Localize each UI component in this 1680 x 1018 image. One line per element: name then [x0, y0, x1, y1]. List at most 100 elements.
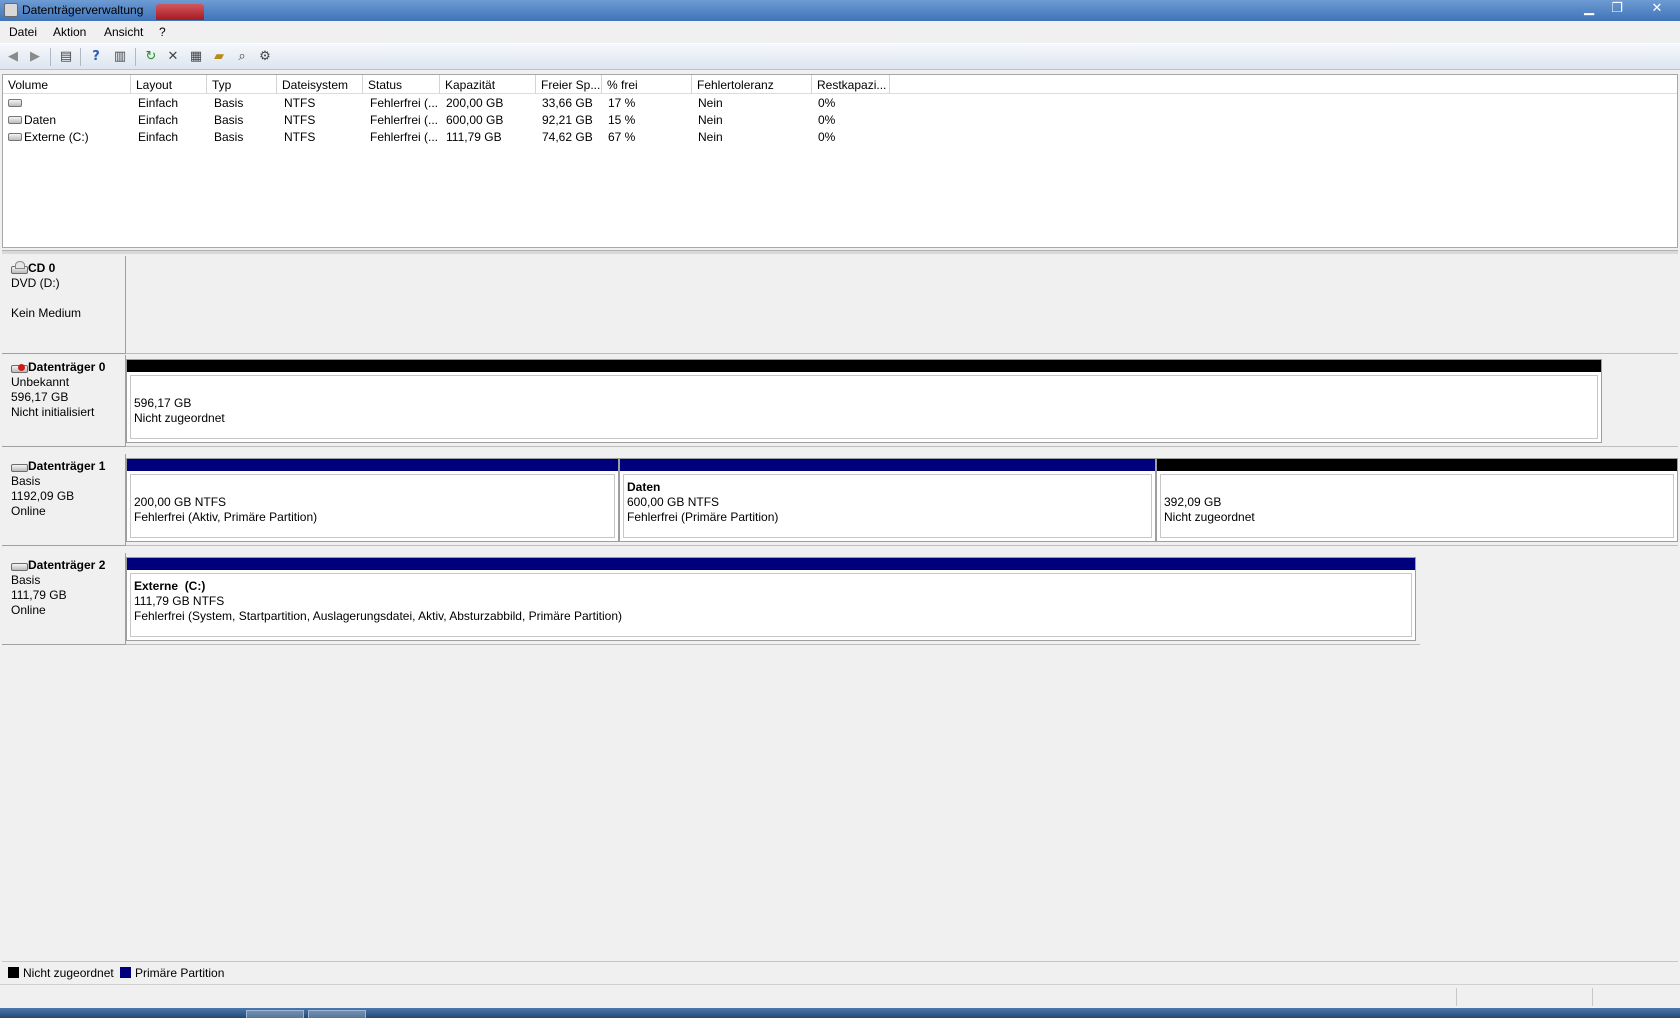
- volume-row[interactable]: Einfach Basis NTFS Fehlerfrei (... 200,0…: [3, 95, 1677, 112]
- disk-label-datentraeger-2[interactable]: Datenträger 2 Basis 111,79 GB Online: [2, 553, 126, 645]
- close-button[interactable]: ✕: [1638, 1, 1676, 19]
- volume-list: Volume Layout Typ Dateisystem Status Kap…: [2, 74, 1678, 248]
- disk-row-datentraeger-2[interactable]: Datenträger 2 Basis 111,79 GB Online Ext…: [2, 553, 1678, 645]
- partition-title: [1164, 480, 1673, 495]
- help-icon[interactable]: ?: [87, 48, 105, 66]
- delete-icon[interactable]: ✕: [164, 48, 182, 66]
- volume-list-header: Volume Layout Typ Dateisystem Status Kap…: [3, 75, 1677, 94]
- disk-management-app-icon: [4, 3, 18, 17]
- legend-label: Nicht zugeordnet: [23, 966, 114, 980]
- legend-swatch-blue: [120, 967, 131, 978]
- disk-error-icon: [11, 360, 28, 373]
- search-icon[interactable]: ⌕: [233, 48, 251, 66]
- menu-datei[interactable]: Datei: [9, 25, 37, 39]
- minimize-button[interactable]: ▁: [1574, 1, 1604, 19]
- column-header-kapazitaet[interactable]: Kapazität: [440, 75, 536, 94]
- restkapazitaet-cell: 0%: [818, 113, 836, 127]
- partition-unallocated[interactable]: 392,09 GB Nicht zugeordnet: [1156, 458, 1678, 542]
- partition-status: Fehlerfrei (Primäre Partition): [627, 510, 779, 524]
- legend: Nicht zugeordnet Primäre Partition: [2, 961, 1678, 982]
- partition-color-bar: [127, 360, 1601, 372]
- disk-label-datentraeger-1[interactable]: Datenträger 1 Basis 1192,09 GB Online: [2, 454, 126, 546]
- toolbar-separator: [80, 48, 81, 66]
- legend-swatch-black: [8, 967, 19, 978]
- refresh-icon[interactable]: ↻: [142, 48, 160, 66]
- disk-state: Kein Medium: [11, 306, 82, 320]
- disk-label-datentraeger-0[interactable]: Datenträger 0 Unbekannt 596,17 GB Nicht …: [2, 355, 126, 447]
- back-arrow-icon[interactable]: ◀: [4, 48, 22, 66]
- fehlertoleranz-cell: Nein: [698, 96, 723, 110]
- kapazitaet-cell: 200,00 GB: [446, 96, 504, 110]
- partition-body: 200,00 GB NTFS Fehlerfrei (Aktiv, Primär…: [130, 474, 615, 538]
- partition-status: Nicht zugeordnet: [134, 411, 225, 425]
- disk-row-cd0[interactable]: CD 0 DVD (D:) Kein Medium: [2, 256, 1678, 354]
- volume-cell: [3, 96, 131, 110]
- partition-title: Externe (C:): [134, 579, 206, 593]
- disk-state: Online: [11, 603, 46, 617]
- partition-title: Daten: [627, 480, 661, 494]
- disk-row-datentraeger-0[interactable]: Datenträger 0 Unbekannt 596,17 GB Nicht …: [2, 355, 1678, 447]
- disk-type: Basis: [11, 474, 41, 488]
- partition-primary-externe[interactable]: Externe (C:) 111,79 GB NTFS Fehlerfrei (…: [126, 557, 1416, 641]
- status-cell: Fehlerfrei (...: [370, 96, 439, 110]
- disk-type: Basis: [11, 573, 41, 587]
- freier-speicher-cell: 92,21 GB: [542, 113, 593, 127]
- column-header-fehlertoleranz[interactable]: Fehlertoleranz: [692, 75, 812, 94]
- legend-label: Primäre Partition: [135, 966, 225, 980]
- column-header-dateisystem[interactable]: Dateisystem: [277, 75, 363, 94]
- volume-row[interactable]: Externe (C:) Einfach Basis NTFS Fehlerfr…: [3, 129, 1677, 146]
- taskbar-button[interactable]: [246, 1010, 304, 1018]
- forward-arrow-icon[interactable]: ▶: [26, 48, 44, 66]
- column-header-typ[interactable]: Typ: [207, 75, 277, 94]
- column-header-prozent-frei[interactable]: % frei: [602, 75, 692, 94]
- status-cell: Fehlerfrei (...: [370, 113, 439, 127]
- partition-status: Nicht zugeordnet: [1164, 510, 1255, 524]
- legend-item-unallocated: Nicht zugeordnet: [8, 966, 114, 980]
- disk-strip-cd0: [126, 256, 1678, 354]
- menu-ansicht[interactable]: Ansicht: [104, 25, 143, 39]
- menu-help[interactable]: ?: [159, 25, 166, 39]
- status-bar: [0, 984, 1680, 1008]
- column-header-volume[interactable]: Volume: [3, 75, 131, 94]
- dateisystem-cell: NTFS: [284, 130, 316, 144]
- column-header-layout[interactable]: Layout: [131, 75, 207, 94]
- disk-icon: [11, 558, 28, 571]
- column-header-status[interactable]: Status: [363, 75, 440, 94]
- status-bar-divider: [1592, 988, 1593, 1006]
- show-pane-icon[interactable]: ▥: [111, 48, 129, 66]
- disk-row-datentraeger-1[interactable]: Datenträger 1 Basis 1192,09 GB Online 20…: [2, 454, 1678, 546]
- column-header-restkapazitaet[interactable]: Restkapazi...: [812, 75, 890, 94]
- partition-unallocated[interactable]: 596,17 GB Nicht zugeordnet: [126, 359, 1602, 443]
- partition-primary[interactable]: 200,00 GB NTFS Fehlerfrei (Aktiv, Primär…: [126, 458, 619, 542]
- disk-type: DVD (D:): [11, 276, 60, 290]
- restkapazitaet-cell: 0%: [818, 130, 836, 144]
- layout-cell: Einfach: [138, 96, 179, 110]
- menu-bar: Datei Aktion Ansicht ?: [0, 21, 1680, 43]
- disk-size: 1192,09 GB: [11, 489, 75, 503]
- layout-cell: Einfach: [138, 113, 179, 127]
- taskbar-button[interactable]: [308, 1010, 366, 1018]
- partition-color-bar: [127, 459, 618, 471]
- open-icon[interactable]: ▰: [210, 48, 228, 66]
- properties-icon[interactable]: ▦: [187, 48, 205, 66]
- disk-name: Datenträger 1: [28, 459, 106, 473]
- typ-cell: Basis: [214, 130, 244, 144]
- console-tree-icon[interactable]: ▤: [57, 48, 75, 66]
- partition-body: Daten 600,00 GB NTFS Fehlerfrei (Primäre…: [623, 474, 1152, 538]
- disk-size: 111,79 GB: [11, 588, 67, 602]
- pane-splitter[interactable]: [2, 250, 1678, 254]
- fehlertoleranz-cell: Nein: [698, 130, 723, 144]
- partition-color-bar: [127, 558, 1415, 570]
- partition-primary-daten[interactable]: Daten 600,00 GB NTFS Fehlerfrei (Primäre…: [619, 458, 1156, 542]
- column-header-freier-speicher[interactable]: Freier Sp...: [536, 75, 602, 94]
- toolbar: ◀ ▶ ▤ ? ▥ ↻ ✕ ▦ ▰ ⌕ ⚙: [0, 43, 1680, 70]
- partition-color-bar: [620, 459, 1155, 471]
- volume-row[interactable]: Daten Einfach Basis NTFS Fehlerfrei (...…: [3, 112, 1677, 129]
- volume-drive-icon: [8, 99, 22, 107]
- settings-icon[interactable]: ⚙: [256, 48, 274, 66]
- restore-button[interactable]: ❐: [1602, 1, 1632, 19]
- menu-aktion[interactable]: Aktion: [53, 25, 86, 39]
- cd-drive-icon: [11, 261, 28, 274]
- kapazitaet-cell: 111,79 GB: [446, 130, 502, 144]
- disk-label-cd0[interactable]: CD 0 DVD (D:) Kein Medium: [2, 256, 126, 354]
